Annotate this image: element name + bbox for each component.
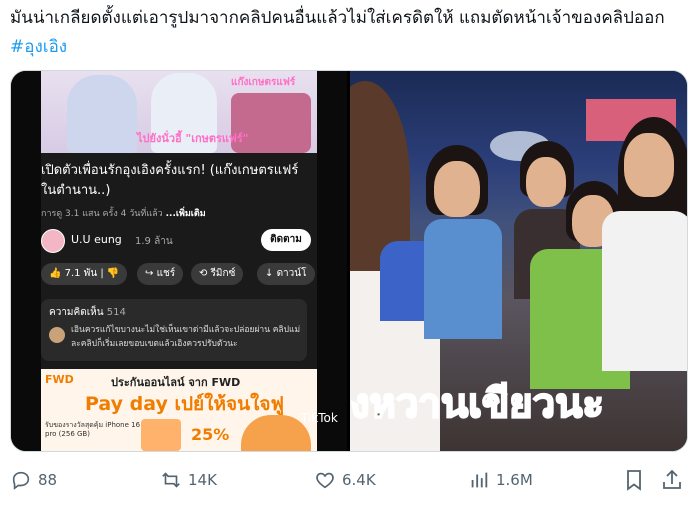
youtube-video-card: เปิดตัวเพื่อนรักอุงเอิงครั้งแรก! (แก๊งเก… bbox=[41, 153, 317, 451]
fwd-logo: FWD bbox=[45, 373, 74, 386]
views-button[interactable]: 1.6M bbox=[468, 468, 533, 492]
thumbnail-person bbox=[67, 75, 137, 153]
reply-count: 88 bbox=[38, 471, 58, 489]
tiktok-watermark: TikTok bbox=[301, 411, 338, 425]
ad-big-text: Pay day เปย์ให้จนใจฟู bbox=[85, 393, 284, 415]
media-grid[interactable]: แก๊งเกษตรแฟร์ ไปยังนั่วอี้ "เกษตรแฟร์" เ… bbox=[10, 70, 688, 452]
like-button[interactable]: 6.4K bbox=[314, 468, 376, 492]
video-thumbnail: แก๊งเกษตรแฟร์ ไปยังนั่วอี้ "เกษตรแฟร์" bbox=[41, 71, 317, 153]
media-left[interactable]: แก๊งเกษตรแฟร์ ไปยังนั่วอี้ "เกษตรแฟร์" เ… bbox=[11, 71, 347, 451]
download-pill: ↓ ดาวน์โ bbox=[257, 263, 315, 285]
repost-icon bbox=[162, 472, 180, 488]
reply-button[interactable]: 88 bbox=[10, 468, 57, 492]
video-caption: งหวานเขียวนะ bbox=[350, 380, 605, 428]
reply-icon bbox=[12, 471, 30, 490]
channel-avatar bbox=[41, 229, 65, 253]
download-label: ดาวน์โ bbox=[276, 268, 307, 279]
analytics-icon bbox=[471, 472, 488, 488]
follow-button: ติดตาม bbox=[261, 229, 311, 251]
comments-box: ความคิดเห็น 514 เอินควรแก้ไขบางนะไม่ใช่เ… bbox=[41, 299, 307, 361]
repost-button[interactable]: 14K bbox=[160, 468, 217, 492]
commenter-avatar bbox=[49, 327, 65, 343]
comments-label: ความคิดเห็น bbox=[49, 307, 104, 318]
share-icon[interactable] bbox=[660, 468, 684, 492]
like-count: 7.1 พัน bbox=[64, 268, 98, 279]
video-meta: การดู 3.1 แสน ครั้ง 4 วันที่แล้ว ...เพิ่… bbox=[41, 206, 206, 220]
thumbnail-overlay-text: แก๊งเกษตรแฟร์ bbox=[231, 77, 296, 88]
tweet-body: มันน่าเกลียดตั้งแต่เอารูปมาจากคลิปคนอื่น… bbox=[10, 8, 665, 28]
media-right[interactable]: งหวานเขียวนะ bbox=[350, 71, 687, 451]
person-face bbox=[526, 157, 566, 207]
share-pill: ↪ แชร์ bbox=[137, 263, 184, 285]
remix-label: รีมิกซ์ bbox=[210, 268, 236, 279]
ad-small-text: รับของรางวัลสุดคุ้ม iPhone 16 pro (256 G… bbox=[45, 421, 141, 438]
video-actions: 👍 7.1 พัน | 👎 ↪ แชร์ ⟲ รีมิกซ์ ↓ ดาวน์โ bbox=[41, 263, 331, 287]
person-shirt bbox=[424, 219, 502, 339]
comments-count: 514 bbox=[106, 307, 126, 318]
person-face bbox=[434, 161, 480, 217]
thumbnail-overlay-text: ไปยังนั่วอี้ "เกษตรแฟร์" bbox=[137, 132, 249, 145]
remix-pill: ⟲ รีมิกซ์ bbox=[191, 263, 244, 285]
fwd-ad: FWD ประกันออนไลน์ จาก FWD Pay day เปย์ให… bbox=[41, 369, 317, 451]
channel-subscribers: 1.9 ล้าน bbox=[135, 236, 173, 247]
share-label: แชร์ bbox=[156, 268, 176, 279]
ad-phone-image bbox=[141, 419, 181, 451]
view-count: 1.6M bbox=[496, 471, 533, 489]
more-link: ...เพิ่มเติม bbox=[165, 209, 206, 219]
tweet-text: มันน่าเกลียดตั้งแต่เอารูปมาจากคลิปคนอื่น… bbox=[10, 4, 690, 62]
like-pill: 👍 7.1 พัน | 👎 bbox=[41, 263, 128, 285]
person-face bbox=[624, 133, 674, 197]
tweet-action-bar: 88 14K 6.4K 1.6M bbox=[0, 458, 700, 502]
video-title: เปิดตัวเพื่อนรักอุงเอิงครั้งแรก! (แก๊งเก… bbox=[41, 163, 299, 198]
repost-count: 14K bbox=[188, 471, 217, 489]
comments-header: ความคิดเห็น 514 bbox=[49, 305, 126, 320]
bookmark-icon[interactable] bbox=[622, 468, 646, 492]
heart-icon bbox=[316, 472, 334, 489]
video-views: การดู 3.1 แสน ครั้ง 4 วันที่แล้ว bbox=[41, 209, 163, 219]
person-shirt bbox=[602, 211, 687, 371]
comment-text: เอินควรแก้ไขบางนะไม่ใช่เห็นเขาด่ามีแล้วจ… bbox=[71, 325, 301, 349]
channel-name: U.U eung bbox=[71, 233, 122, 246]
hashtag-link[interactable]: #อุงเอิง bbox=[10, 37, 67, 57]
like-count: 6.4K bbox=[342, 471, 376, 489]
ad-percent: 25% bbox=[191, 425, 230, 444]
